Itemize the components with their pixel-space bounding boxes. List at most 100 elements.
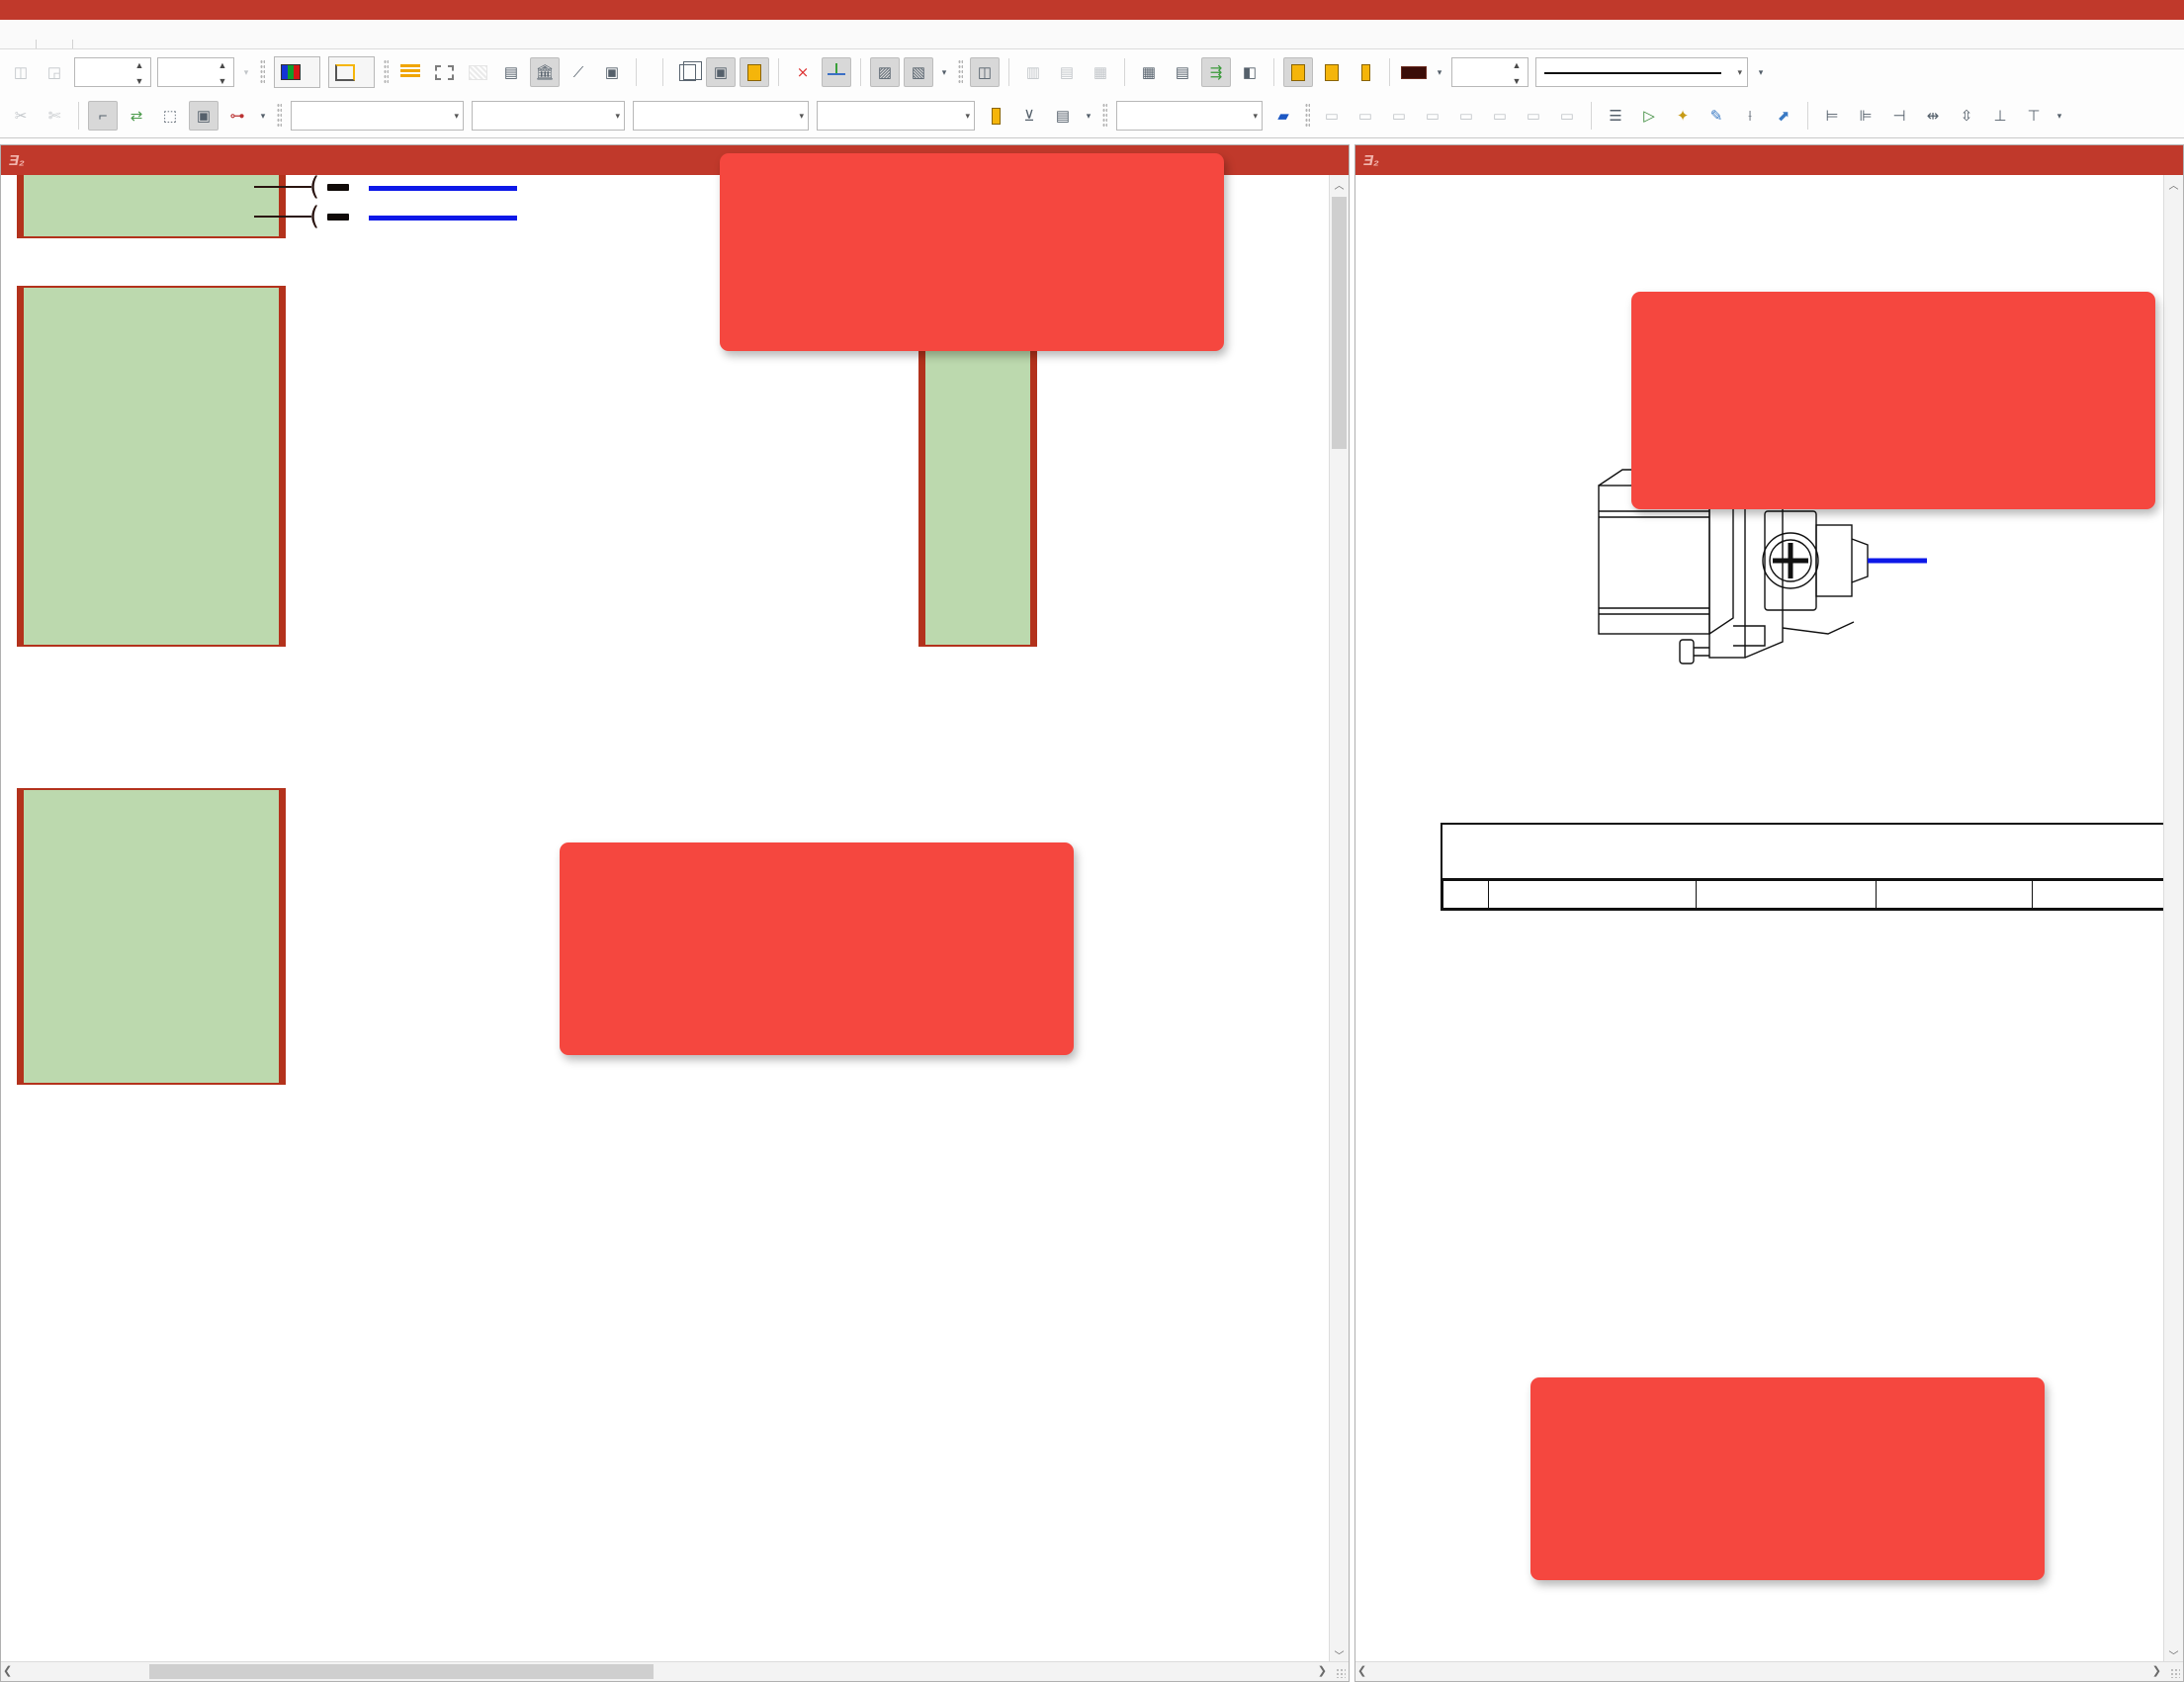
table-stripes-icon[interactable] [395, 57, 425, 87]
hose-combo[interactable]: ▾ [1116, 101, 1263, 131]
building-view-icon[interactable]: 🏛 [530, 57, 560, 87]
color-swatch-icon[interactable] [1399, 57, 1429, 87]
page-frame-h-icon[interactable]: ▭ [1552, 101, 1582, 131]
spinner-arrows[interactable]: ▲▼ [215, 61, 230, 85]
chevron-down-icon[interactable]: ▾ [1082, 101, 1095, 131]
component-cloud-button[interactable] [274, 56, 320, 88]
node-point-icon[interactable]: ⟋ [564, 57, 593, 87]
wire-format-combo[interactable]: ▾ [633, 101, 809, 131]
scrollbar-thumb[interactable] [1332, 197, 1347, 449]
ecad-port-button[interactable] [328, 56, 375, 88]
resize-grip[interactable] [1336, 1668, 1346, 1678]
rotation-spinner-b[interactable]: ▲▼ [157, 57, 234, 87]
chevron-down-icon[interactable]: ▾ [965, 111, 970, 122]
cube-highlight-icon[interactable] [740, 57, 769, 87]
maximize-button[interactable] [1266, 145, 1307, 175]
cube-wire-icon[interactable] [672, 57, 702, 87]
tab-connector[interactable] [0, 40, 36, 48]
awg-size-combo[interactable]: ▾ [472, 101, 625, 131]
core-merge-icon[interactable]: ⊻ [1014, 101, 1044, 131]
right-sheet-titlebar[interactable]: Ǝ₂ [1355, 145, 2183, 175]
block-j2-top[interactable] [17, 175, 286, 238]
cut-x-icon[interactable]: ✄ [40, 101, 69, 131]
table-list-icon[interactable]: ☰ [1601, 101, 1630, 131]
page-duo-icon[interactable]: ▥ [1018, 57, 1048, 87]
align-center-icon[interactable]: ⊫ [1851, 101, 1880, 131]
page-frame-b-icon[interactable]: ▭ [1351, 101, 1380, 131]
awg-group-combo[interactable]: ▾ [291, 101, 464, 131]
cut-wire-icon[interactable]: ✂ [6, 101, 36, 131]
doc-view-icon[interactable]: ▧ [904, 57, 933, 87]
right-horizontal-scrollbar[interactable]: ❮ ❯ [1355, 1661, 2183, 1681]
page-triple-icon[interactable]: ▦ [1086, 57, 1115, 87]
attach-node-icon[interactable]: ⌐ [88, 101, 118, 131]
chevron-down-icon[interactable]: ▾ [1754, 57, 1768, 87]
spinner-arrows[interactable]: ▲▼ [1509, 61, 1525, 85]
yellow-page-2-icon[interactable] [1317, 57, 1347, 87]
mirror-horizontal-icon[interactable]: ◲ [40, 57, 69, 87]
chevron-down-icon[interactable]: ▾ [2053, 101, 2066, 131]
mirror-vertical-icon[interactable]: ◫ [6, 57, 36, 87]
chevron-down-icon[interactable]: ▾ [615, 111, 620, 122]
scroll-up-arrow[interactable]: ︿ [1330, 175, 1349, 193]
resize-grip[interactable] [2170, 1668, 2180, 1678]
cube-solid-icon[interactable]: ▣ [706, 57, 736, 87]
page-1b-icon[interactable]: ▤ [1168, 57, 1197, 87]
distribute-h-icon[interactable]: ⇹ [1918, 101, 1948, 131]
page-frame-d-icon[interactable]: ▭ [1418, 101, 1447, 131]
left-vertical-scrollbar[interactable]: ︿ ﹀ [1329, 175, 1349, 1663]
scroll-up-arrow[interactable]: ︿ [2164, 175, 2183, 193]
chevron-down-icon[interactable]: ▾ [1253, 111, 1258, 122]
close-icon[interactable] [1307, 145, 1349, 175]
chevron-down-icon[interactable]: ▾ [239, 57, 253, 87]
chevron-down-icon[interactable]: ▾ [454, 111, 459, 122]
connector-table[interactable] [1441, 823, 2183, 911]
page-frame-c-icon[interactable]: ▭ [1384, 101, 1414, 131]
page-pair-icon[interactable]: ◫ [970, 57, 1000, 87]
tab-reports-and-documentation[interactable] [72, 40, 109, 48]
measure-icon[interactable]: ⟊ [1735, 101, 1765, 131]
chevron-down-icon[interactable]: ▾ [937, 57, 951, 87]
line-style-picker[interactable]: ▾ [1535, 57, 1748, 87]
chevron-down-icon[interactable]: ▾ [1433, 57, 1446, 87]
block-j4[interactable] [17, 788, 286, 1085]
yellow-page-icon[interactable] [1283, 57, 1313, 87]
page-frame-a-icon[interactable]: ▭ [1317, 101, 1347, 131]
place-block-icon[interactable]: ▣ [189, 101, 218, 131]
wand-icon[interactable]: ✦ [1668, 101, 1698, 131]
scroll-right-arrow[interactable]: ❯ [1318, 1664, 1327, 1677]
sheet-node-icon[interactable]: ▣ [597, 57, 627, 87]
right-vertical-scrollbar[interactable]: ︿ ﹀ [2163, 175, 2183, 1663]
scroll-right-arrow[interactable]: ❯ [2152, 1664, 2161, 1677]
tab-ipc-2581[interactable] [36, 40, 72, 48]
select-nodes-icon[interactable]: ⬚ [155, 101, 185, 131]
align-bottom-icon[interactable]: ⊥ [1985, 101, 2015, 131]
align-top-icon[interactable]: ⊤ [2019, 101, 2049, 131]
angle-spinner[interactable]: ▲▼ [1451, 57, 1529, 87]
core-refresh-icon[interactable]: ▤ [1048, 101, 1078, 131]
disconnect-icon[interactable]: ⊶ [222, 101, 252, 131]
yellow-page-3-icon[interactable] [1351, 57, 1380, 87]
origin-xyz-icon[interactable]: ⨯ [788, 57, 818, 87]
play-icon[interactable]: ▷ [1634, 101, 1664, 131]
left-horizontal-scrollbar[interactable]: ❮ ❯ [1, 1661, 1349, 1681]
block-j2[interactable] [17, 286, 286, 647]
page-x1-icon[interactable]: ▦ [1134, 57, 1164, 87]
distribute-v-icon[interactable]: ⇳ [1952, 101, 1981, 131]
page-frame-f-icon[interactable]: ▭ [1485, 101, 1515, 131]
split-page-icon[interactable]: ◧ [1235, 57, 1265, 87]
hose-swatch-icon[interactable]: ▰ [1268, 101, 1298, 131]
highlight-icon[interactable]: ⬈ [1769, 101, 1798, 131]
scrollbar-thumb[interactable] [149, 1664, 654, 1679]
scroll-left-arrow[interactable]: ❮ [3, 1664, 12, 1677]
chevron-down-icon[interactable]: ▾ [799, 111, 804, 122]
route-arrow-icon[interactable]: ⇄ [122, 101, 151, 131]
hatch-fill-icon[interactable] [463, 57, 492, 87]
rotation-spinner-a[interactable]: ▲▼ [74, 57, 151, 87]
align-right-icon[interactable]: ⊣ [1884, 101, 1914, 131]
pen-icon[interactable]: ✎ [1702, 101, 1731, 131]
scroll-left-arrow[interactable]: ❮ [1357, 1664, 1366, 1677]
page-frame-g-icon[interactable]: ▭ [1519, 101, 1548, 131]
core-top-icon[interactable] [981, 101, 1010, 131]
page-dotted-icon[interactable]: ▤ [1052, 57, 1082, 87]
